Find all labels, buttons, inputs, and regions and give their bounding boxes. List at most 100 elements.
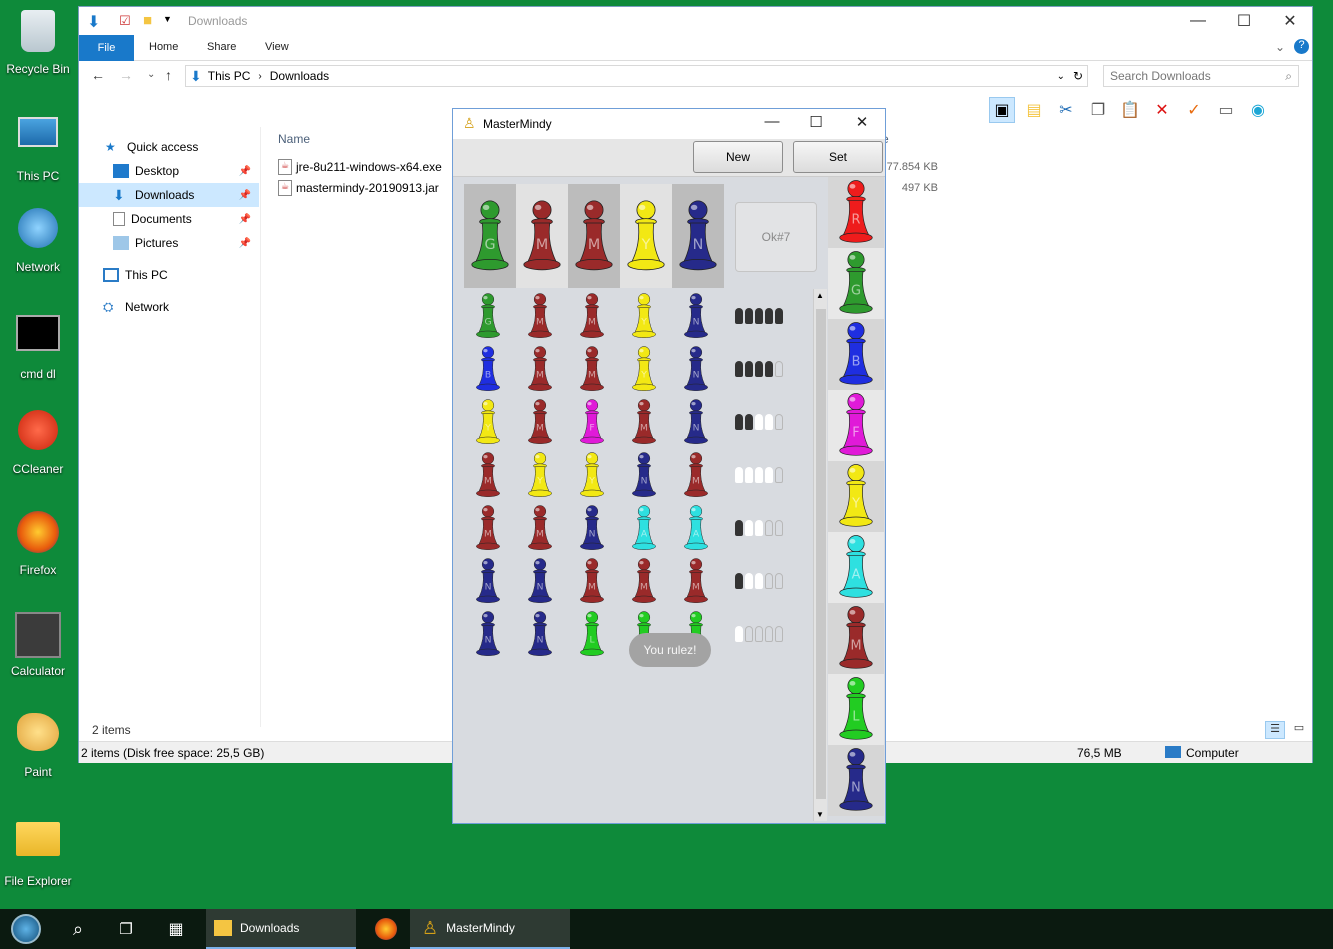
minimize-button[interactable]: —	[757, 113, 787, 130]
guess-peg[interactable]: M	[522, 344, 562, 394]
guess-peg[interactable]: Y	[574, 450, 614, 500]
nav-this-pc[interactable]: This PC	[79, 263, 259, 287]
secret-peg[interactable]: M	[568, 184, 620, 288]
desktop-icon-ccleaner[interactable]: CCleaner	[0, 410, 76, 476]
secret-peg[interactable]: G	[464, 184, 516, 288]
guess-peg[interactable]: N	[522, 609, 562, 659]
new-button[interactable]: New	[693, 141, 783, 173]
preview-pane-icon[interactable]: ▣	[989, 97, 1015, 123]
guess-peg[interactable]: N	[574, 503, 614, 553]
maximize-button[interactable]: ☐	[1221, 7, 1267, 35]
new-folder-icon[interactable]: ■	[143, 12, 152, 29]
guess-peg[interactable]: Y	[626, 291, 666, 341]
guess-peg[interactable]: M	[522, 503, 562, 553]
desktop-icon-cmd-dl[interactable]: cmd dl	[0, 309, 76, 381]
address-bar[interactable]: ⬇ This PC › Downloads ⌄ ↻	[185, 65, 1088, 87]
recent-chevron-icon[interactable]: ⌄	[147, 69, 155, 80]
close-button[interactable]: ✕	[1267, 7, 1313, 35]
tab-view[interactable]: View	[265, 41, 289, 53]
guess-peg[interactable]: M	[678, 450, 718, 500]
desktop-icon-calculator[interactable]: Calculator	[0, 612, 76, 678]
properties-icon[interactable]: ☑	[119, 13, 131, 29]
refresh-icon[interactable]: ↻	[1073, 69, 1083, 83]
palette-color[interactable]: L	[828, 674, 884, 745]
palette-color[interactable]: M	[828, 603, 884, 674]
nav-network[interactable]: ⛭ Network	[79, 295, 259, 319]
help-icon[interactable]: ?	[1294, 39, 1309, 54]
secret-peg[interactable]: N	[672, 184, 724, 288]
scroll-up-icon[interactable]: ▲	[816, 291, 824, 300]
palette-color[interactable]: A	[828, 532, 884, 603]
nav-quick-access[interactable]: ★ Quick access	[79, 135, 259, 159]
guess-peg[interactable]: M	[626, 556, 666, 606]
guess-peg[interactable]: M	[574, 556, 614, 606]
copy-icon[interactable]: ❐	[1085, 97, 1111, 123]
guess-peg[interactable]: N	[678, 397, 718, 447]
palette-color[interactable]: Y	[828, 461, 884, 532]
guess-peg[interactable]: N	[678, 291, 718, 341]
guess-peg[interactable]: F	[574, 397, 614, 447]
nav-downloads[interactable]: ⬇ Downloads 📌	[79, 183, 259, 207]
file-row[interactable]: ☕ jre-8u211-windows-x64.exe	[278, 157, 442, 177]
guess-peg[interactable]: M	[574, 291, 614, 341]
back-icon[interactable]: ←	[91, 67, 105, 83]
details-view-icon[interactable]: ☰	[1265, 721, 1285, 739]
ok-button[interactable]: Ok#7	[735, 202, 817, 272]
nav-pictures[interactable]: Pictures 📌	[79, 231, 259, 255]
customize-chevron-icon[interactable]: ▼	[163, 14, 172, 24]
desktop-icon-paint[interactable]: Paint	[0, 713, 76, 779]
paste-icon[interactable]: 📋	[1117, 97, 1143, 123]
guess-peg[interactable]: M	[678, 556, 718, 606]
task-view-button[interactable]: ❐	[108, 909, 144, 949]
secret-peg[interactable]: M	[516, 184, 568, 288]
delete-icon[interactable]: ✕	[1149, 97, 1175, 123]
file-row[interactable]: ☕ mastermindy-20190913.jar	[278, 178, 439, 198]
guess-peg[interactable]: N	[470, 609, 510, 659]
guess-peg[interactable]: M	[522, 291, 562, 341]
board-scrollbar[interactable]: ▲ ▼	[813, 289, 827, 821]
rename-check-icon[interactable]: ✓	[1181, 97, 1207, 123]
properties-card-icon[interactable]: ▭	[1213, 97, 1239, 123]
tab-file[interactable]: File	[79, 35, 134, 61]
nav-desktop[interactable]: Desktop 📌	[79, 159, 259, 183]
guess-peg[interactable]: M	[626, 397, 666, 447]
scroll-down-icon[interactable]: ▼	[816, 810, 824, 819]
taskbar-calculator[interactable]: ▦	[158, 909, 194, 949]
guess-peg[interactable]: B	[470, 344, 510, 394]
tab-share[interactable]: Share	[207, 41, 236, 53]
breadcrumb-downloads[interactable]: Downloads	[270, 69, 329, 83]
large-icons-view-icon[interactable]: ▭	[1289, 721, 1309, 739]
nav-documents[interactable]: Documents 📌	[79, 207, 259, 231]
guess-peg[interactable]: A	[678, 503, 718, 553]
guess-peg[interactable]: M	[470, 450, 510, 500]
desktop-icon-this-pc[interactable]: This PC	[0, 107, 76, 183]
maximize-button[interactable]: ☐	[801, 113, 831, 131]
set-button[interactable]: Set	[793, 141, 883, 173]
address-dropdown-icon[interactable]: ⌄	[1057, 71, 1065, 82]
cut-icon[interactable]: ✂	[1053, 97, 1079, 123]
search-button[interactable]: ⌕	[60, 909, 96, 949]
desktop-icon-network[interactable]: Network	[0, 208, 76, 274]
guess-peg[interactable]: Y	[626, 344, 666, 394]
breadcrumb-this-pc[interactable]: This PC	[208, 69, 251, 83]
close-button[interactable]: ✕	[847, 113, 877, 131]
guess-peg[interactable]: G	[470, 291, 510, 341]
guess-peg[interactable]: N	[678, 344, 718, 394]
desktop-icon-recycle-bin[interactable]: Recycle Bin	[0, 6, 76, 76]
secret-peg[interactable]: Y	[620, 184, 672, 288]
expand-ribbon-icon[interactable]: ⌄	[1275, 40, 1285, 54]
desktop-icon-firefox[interactable]: Firefox	[0, 511, 76, 577]
guess-peg[interactable]: A	[626, 503, 666, 553]
palette-color[interactable]: B	[828, 319, 884, 390]
up-icon[interactable]: ↑	[165, 67, 172, 83]
search-input[interactable]: Search Downloads ⌕	[1103, 65, 1299, 87]
scroll-thumb[interactable]	[816, 309, 826, 799]
start-button[interactable]	[6, 909, 46, 949]
taskbar-mastermindy[interactable]: ♙ MasterMindy	[410, 909, 570, 949]
guess-peg[interactable]: M	[470, 503, 510, 553]
guess-peg[interactable]: N	[626, 450, 666, 500]
taskbar-firefox[interactable]	[366, 909, 406, 949]
guess-peg[interactable]: N	[470, 556, 510, 606]
guess-peg[interactable]: N	[522, 556, 562, 606]
guess-peg[interactable]: Y	[522, 450, 562, 500]
